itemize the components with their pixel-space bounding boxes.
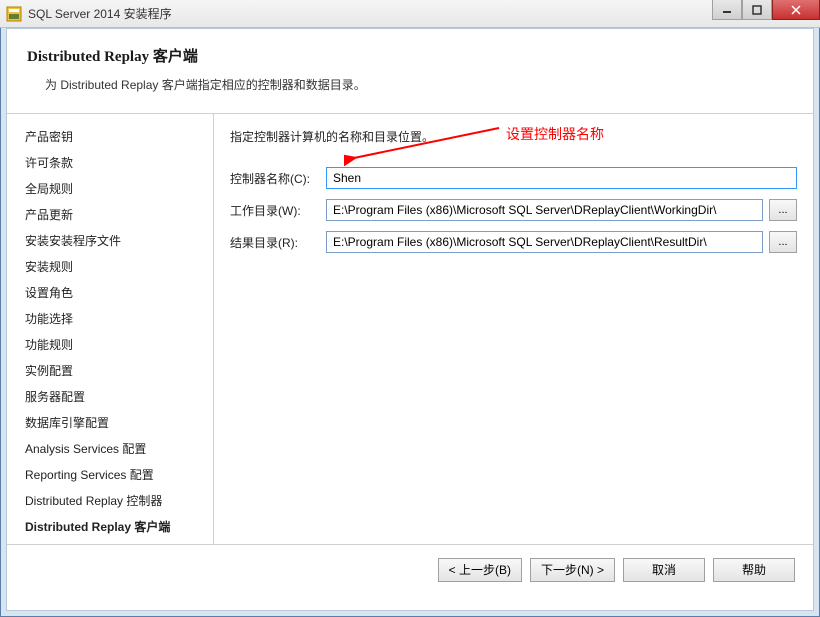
content-panel: 指定控制器计算机的名称和目录位置。 设置控制器名称 控制器名称(C): 工作目录… (214, 114, 813, 544)
sidebar-item[interactable]: 全局规则 (19, 176, 213, 202)
workdir-browse-button[interactable]: ... (769, 199, 797, 221)
page-title: Distributed Replay 客户端 (27, 45, 793, 66)
app-icon (6, 6, 22, 22)
header-section: Distributed Replay 客户端 为 Distributed Rep… (7, 29, 813, 114)
sidebar-item[interactable]: 安装安装程序文件 (19, 228, 213, 254)
sidebar-item[interactable]: 许可条款 (19, 150, 213, 176)
sidebar-item[interactable]: Distributed Replay 控制器 (19, 488, 213, 514)
window-title: SQL Server 2014 安装程序 (28, 5, 172, 22)
resultdir-input[interactable] (326, 231, 763, 253)
close-button[interactable] (772, 0, 820, 20)
sidebar-item[interactable]: 设置角色 (19, 280, 213, 306)
sidebar-item[interactable]: 数据库引擎配置 (19, 410, 213, 436)
controller-name-input[interactable] (326, 167, 797, 189)
workdir-input[interactable] (326, 199, 763, 221)
footer: < 上一步(B) 下一步(N) > 取消 帮助 (7, 544, 813, 594)
controller-label: 控制器名称(C): (230, 170, 326, 187)
sidebar-item[interactable]: 产品密钥 (19, 124, 213, 150)
sidebar-item[interactable]: 功能选择 (19, 306, 213, 332)
sidebar-item[interactable]: 产品更新 (19, 202, 213, 228)
cancel-button[interactable]: 取消 (623, 558, 705, 582)
sidebar-item[interactable]: 安装规则 (19, 254, 213, 280)
sidebar-item[interactable]: 功能规则 (19, 332, 213, 358)
sidebar-item[interactable]: 功能配置规则 (19, 540, 213, 544)
sidebar: 产品密钥 许可条款 全局规则 产品更新 安装安装程序文件 安装规则 设置角色 功… (19, 114, 214, 544)
content-intro: 指定控制器计算机的名称和目录位置。 (230, 128, 797, 145)
maximize-button[interactable] (742, 0, 772, 20)
sidebar-item[interactable]: 实例配置 (19, 358, 213, 384)
sidebar-item[interactable]: Analysis Services 配置 (19, 436, 213, 462)
titlebar: SQL Server 2014 安装程序 (0, 0, 820, 28)
next-button[interactable]: 下一步(N) > (530, 558, 615, 582)
minimize-button[interactable] (712, 0, 742, 20)
sidebar-item[interactable]: 服务器配置 (19, 384, 213, 410)
resultdir-label: 结果目录(R): (230, 234, 326, 251)
sidebar-item-active[interactable]: Distributed Replay 客户端 (19, 514, 213, 540)
page-subtitle: 为 Distributed Replay 客户端指定相应的控制器和数据目录。 (45, 76, 793, 93)
workdir-label: 工作目录(W): (230, 202, 326, 219)
back-button[interactable]: < 上一步(B) (438, 558, 522, 582)
help-button[interactable]: 帮助 (713, 558, 795, 582)
window-controls (712, 0, 820, 20)
resultdir-browse-button[interactable]: ... (769, 231, 797, 253)
sidebar-item[interactable]: Reporting Services 配置 (19, 462, 213, 488)
